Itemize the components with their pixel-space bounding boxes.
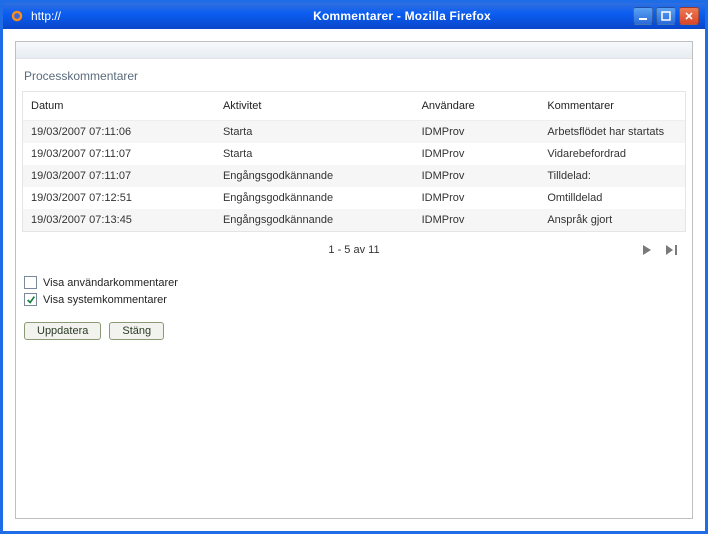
- cell-date: 19/03/2007 07:12:51: [23, 187, 215, 209]
- firefox-icon: [9, 8, 25, 24]
- checkbox-icon: [24, 276, 37, 289]
- show-user-comments-checkbox[interactable]: Visa användarkommentarer: [24, 276, 684, 289]
- pager: 1 - 5 av 11: [22, 240, 686, 260]
- col-header-date: Datum: [23, 92, 215, 121]
- comments-table-wrap: Datum Aktivitet Användare Kommentarer 19…: [22, 91, 686, 232]
- col-header-activity: Aktivitet: [215, 92, 414, 121]
- cell-date: 19/03/2007 07:11:07: [23, 165, 215, 187]
- table-row: 19/03/2007 07:11:07StartaIDMProvVidarebe…: [23, 143, 685, 165]
- cell-comment: Tilldelad:: [539, 165, 685, 187]
- window-buttons: [633, 7, 699, 25]
- minimize-button[interactable]: [633, 7, 653, 25]
- checkbox-group: Visa användarkommentarer Visa systemkomm…: [24, 276, 684, 306]
- window-title: Kommentarer - Mozilla Firefox: [171, 9, 633, 23]
- table-row: 19/03/2007 07:11:06StartaIDMProvArbetsfl…: [23, 121, 685, 144]
- title-bar: http:// Kommentarer - Mozilla Firefox: [3, 3, 705, 29]
- checkbox-label: Visa användarkommentarer: [43, 277, 178, 289]
- table-row: 19/03/2007 07:13:45EngångsgodkännandeIDM…: [23, 209, 685, 231]
- cell-date: 19/03/2007 07:11:07: [23, 143, 215, 165]
- pager-nav: [640, 240, 682, 260]
- cell-activity: Engångsgodkännande: [215, 209, 414, 231]
- cell-comment: Omtilldelad: [539, 187, 685, 209]
- next-page-button[interactable]: [640, 242, 658, 258]
- show-system-comments-checkbox[interactable]: Visa systemkommentarer: [24, 293, 684, 306]
- col-header-user: Användare: [414, 92, 540, 121]
- panel-header-strip: [16, 42, 692, 59]
- cell-comment: Anspråk gjort: [539, 209, 685, 231]
- checkbox-icon: [24, 293, 37, 306]
- table-row: 19/03/2007 07:12:51EngångsgodkännandeIDM…: [23, 187, 685, 209]
- cell-user: IDMProv: [414, 121, 540, 144]
- cell-activity: Engångsgodkännande: [215, 165, 414, 187]
- refresh-button[interactable]: Uppdatera: [24, 322, 101, 340]
- cell-comment: Arbetsflödet har startats: [539, 121, 685, 144]
- col-header-comment: Kommentarer: [539, 92, 685, 121]
- close-dialog-button[interactable]: Stäng: [109, 322, 164, 340]
- action-buttons: Uppdatera Stäng: [24, 322, 684, 340]
- last-page-button[interactable]: [664, 242, 682, 258]
- close-button[interactable]: [679, 7, 699, 25]
- cell-date: 19/03/2007 07:13:45: [23, 209, 215, 231]
- pager-range: 1 - 5 av 11: [328, 244, 379, 256]
- section-title: Processkommentarer: [16, 59, 692, 91]
- cell-user: IDMProv: [414, 143, 540, 165]
- client-area: Processkommentarer Datum Aktivitet Använ…: [3, 29, 705, 531]
- cell-user: IDMProv: [414, 165, 540, 187]
- cell-comment: Vidarebefordrad: [539, 143, 685, 165]
- cell-user: IDMProv: [414, 187, 540, 209]
- window-frame: http:// Kommentarer - Mozilla Firefox Pr…: [0, 0, 708, 534]
- checkbox-label: Visa systemkommentarer: [43, 294, 167, 306]
- cell-activity: Engångsgodkännande: [215, 187, 414, 209]
- comments-table: Datum Aktivitet Användare Kommentarer 19…: [23, 92, 685, 231]
- table-row: 19/03/2007 07:11:07EngångsgodkännandeIDM…: [23, 165, 685, 187]
- maximize-button[interactable]: [656, 7, 676, 25]
- address-text: http://: [31, 9, 171, 23]
- cell-date: 19/03/2007 07:11:06: [23, 121, 215, 144]
- cell-activity: Starta: [215, 143, 414, 165]
- content-panel: Processkommentarer Datum Aktivitet Använ…: [15, 41, 693, 519]
- cell-user: IDMProv: [414, 209, 540, 231]
- cell-activity: Starta: [215, 121, 414, 144]
